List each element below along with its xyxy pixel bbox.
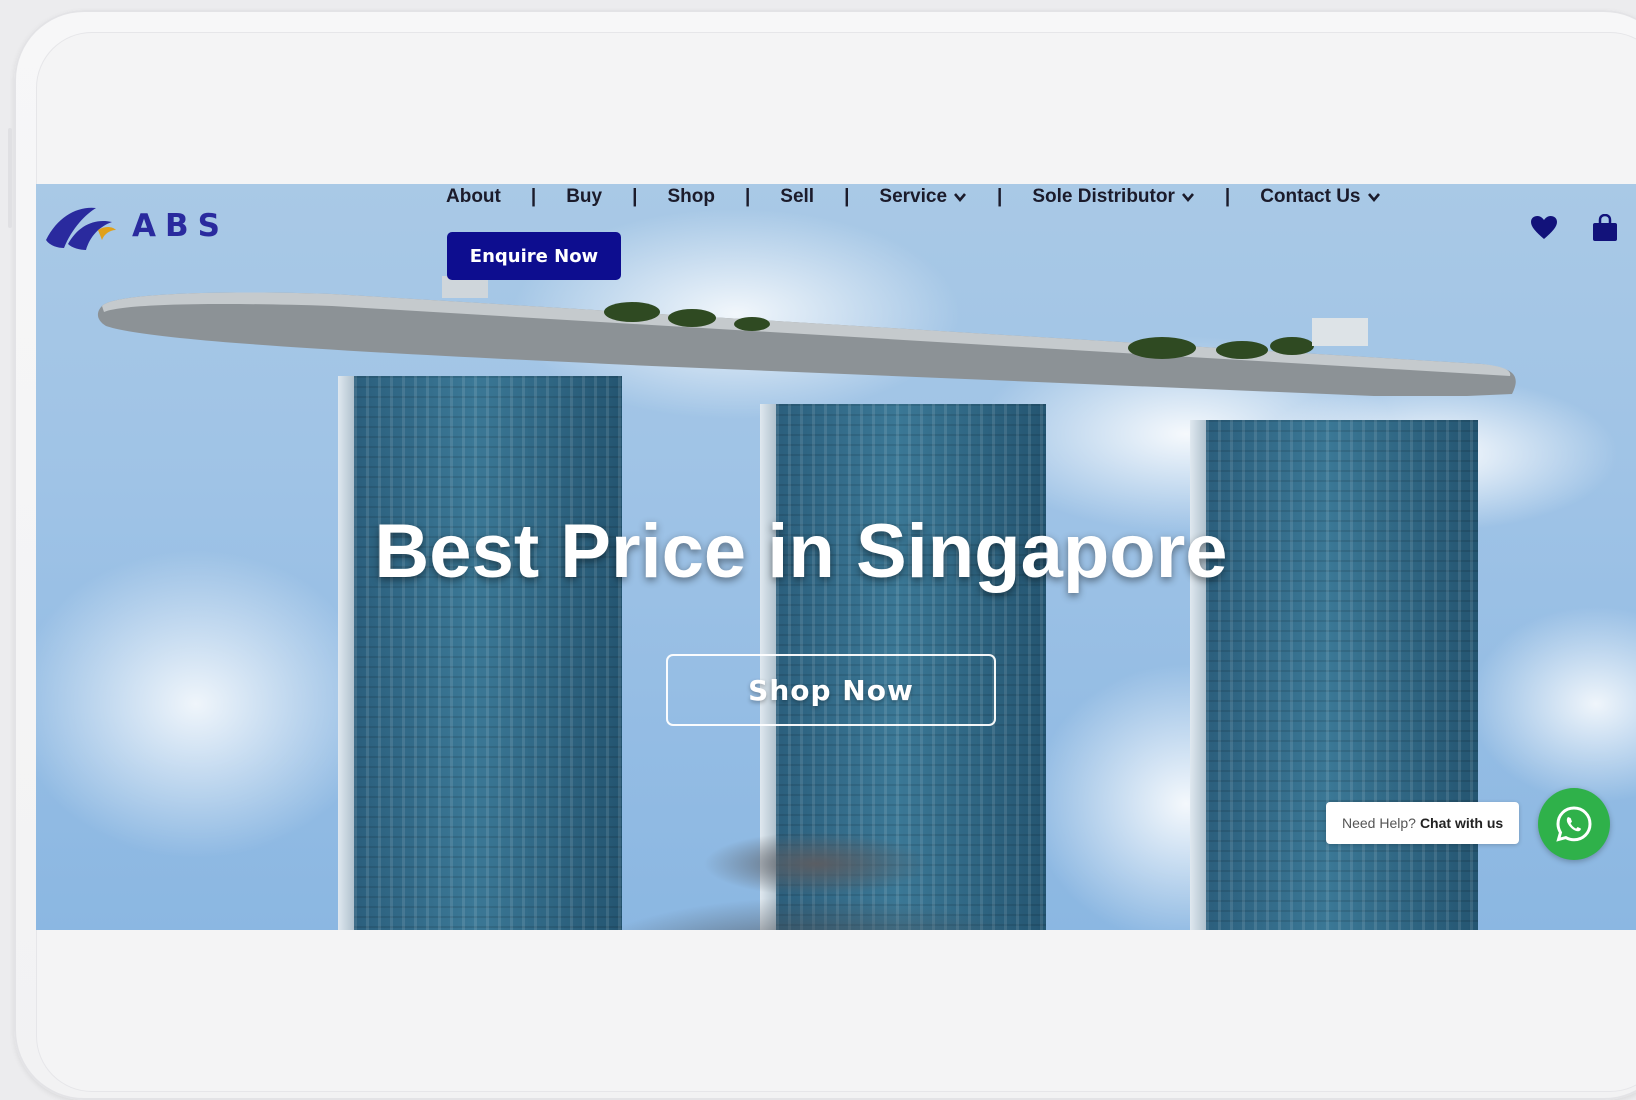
- whatsapp-chat-button[interactable]: [1538, 788, 1610, 860]
- main-nav: About | Buy | Shop | Sell | Service | So…: [446, 186, 1381, 208]
- header-icons: [1530, 214, 1618, 242]
- brand-logo[interactable]: ABS: [42, 200, 229, 252]
- chat-action-text: Chat with us: [1419, 815, 1504, 831]
- chevron-down-icon: [954, 193, 967, 203]
- shopping-bag-icon[interactable]: [1592, 214, 1618, 242]
- heart-icon[interactable]: [1530, 215, 1558, 241]
- hero-title: Best Price in Singapore: [374, 509, 1228, 594]
- nav-separator: |: [632, 186, 638, 207]
- car-silhouette: [456, 824, 1176, 930]
- chat-prompt-text: Need Help?: [1342, 815, 1416, 831]
- nav-buy[interactable]: Buy: [566, 186, 602, 208]
- enquire-now-button[interactable]: Enquire Now: [447, 232, 621, 280]
- nav-shop[interactable]: Shop: [667, 186, 715, 208]
- nav-separator: |: [997, 186, 1003, 207]
- shop-now-button[interactable]: Shop Now: [666, 654, 996, 726]
- tower-right: [1190, 420, 1478, 930]
- website-screen: ABS About | Buy | Shop | Sell | Service …: [36, 184, 1636, 930]
- skypark-deck: [97, 276, 1516, 396]
- device-side-button: [8, 128, 12, 228]
- chevron-down-icon: [1367, 193, 1380, 203]
- whatsapp-icon: [1556, 806, 1592, 842]
- chevron-down-icon: [1181, 193, 1194, 203]
- nav-separator: |: [844, 186, 850, 207]
- nav-sell[interactable]: Sell: [780, 186, 814, 208]
- nav-separator: |: [530, 186, 537, 207]
- logo-wave-icon: [46, 207, 116, 250]
- logo-text: ABS: [132, 208, 229, 244]
- nav-about[interactable]: About: [446, 186, 501, 208]
- nav-separator: |: [1224, 186, 1231, 207]
- nav-service[interactable]: Service: [879, 186, 967, 208]
- nav-separator: |: [744, 186, 751, 207]
- nav-sole-distributor[interactable]: Sole Distributor: [1032, 186, 1195, 208]
- chat-prompt[interactable]: Need Help? Chat with us: [1326, 802, 1520, 844]
- nav-contact-us[interactable]: Contact Us: [1260, 186, 1380, 208]
